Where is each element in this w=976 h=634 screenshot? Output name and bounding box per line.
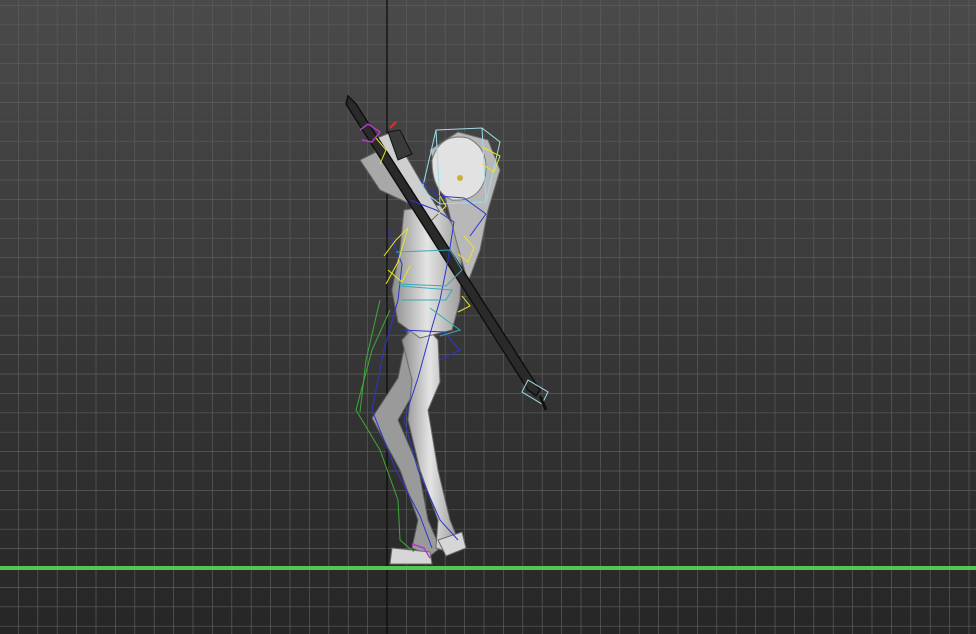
head [431, 136, 487, 201]
perspective-viewport[interactable] [0, 0, 976, 634]
eye [457, 175, 463, 181]
viewport-canvas[interactable] [0, 0, 976, 634]
